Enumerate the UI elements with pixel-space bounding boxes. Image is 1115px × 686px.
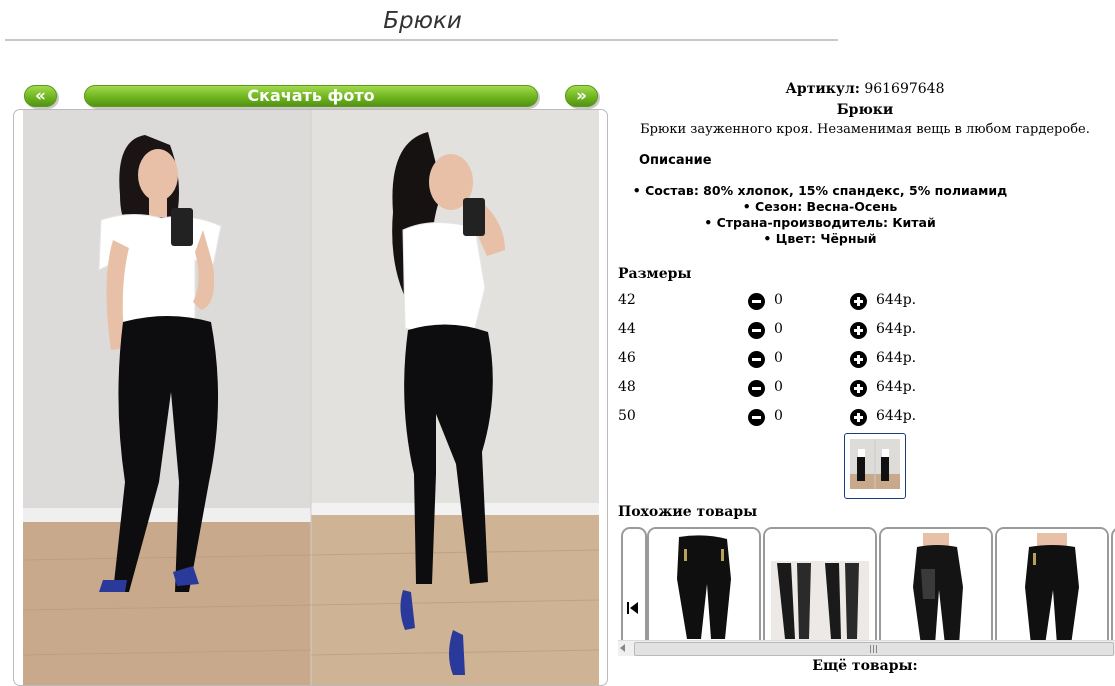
quantity-value: 0 xyxy=(774,321,783,337)
skip-first-icon xyxy=(627,602,629,614)
similar-product-card[interactable] xyxy=(763,527,877,640)
sku-value: 961697648 xyxy=(864,81,945,97)
minus-icon[interactable] xyxy=(748,409,765,426)
plus-icon[interactable] xyxy=(850,322,867,339)
prev-photo-button[interactable]: « xyxy=(24,85,57,107)
plus-icon[interactable] xyxy=(850,380,867,397)
size-label: 42 xyxy=(618,292,636,308)
similar-product-card[interactable] xyxy=(879,527,993,640)
similar-products-title: Похожие товары xyxy=(618,504,758,520)
similar-product-image xyxy=(881,529,991,640)
size-row: 46 0 644р. xyxy=(618,350,1098,370)
spec-item: • Цвет: Чёрный xyxy=(763,231,877,246)
product-photo[interactable] xyxy=(23,110,599,685)
size-label: 46 xyxy=(618,350,636,366)
quantity-value: 0 xyxy=(774,379,783,395)
similar-product-card[interactable] xyxy=(647,527,761,640)
price: 644р. xyxy=(876,350,917,366)
similar-product-image xyxy=(997,529,1107,640)
size-row: 50 0 644р. xyxy=(618,408,1098,428)
specs-list: • Состав: 80% хлопок, 15% спандекс, 5% п… xyxy=(620,183,1020,247)
sku-line: Артикул: 961697648 xyxy=(615,81,1115,97)
price: 644р. xyxy=(876,408,917,424)
spec-item: • Состав: 80% хлопок, 15% спандекс, 5% п… xyxy=(632,183,1008,198)
similar-product-image xyxy=(649,529,759,640)
more-products-title: Ещё товары: xyxy=(812,658,918,674)
product-description: Брюки зауженного кроя. Незаменимая вещь … xyxy=(640,122,1090,137)
next-photo-button[interactable]: » xyxy=(565,85,598,107)
price: 644р. xyxy=(876,321,917,337)
minus-icon[interactable] xyxy=(748,293,765,310)
arrow-left-icon xyxy=(630,602,638,614)
size-row: 48 0 644р. xyxy=(618,379,1098,399)
grip-icon xyxy=(870,645,878,653)
product-photo-frame xyxy=(13,109,608,686)
plus-icon[interactable] xyxy=(850,409,867,426)
size-label: 50 xyxy=(618,408,636,424)
carousel-scrollbar[interactable] xyxy=(618,640,1115,656)
price: 644р. xyxy=(876,379,917,395)
price: 644р. xyxy=(876,292,917,308)
minus-icon[interactable] xyxy=(748,322,765,339)
minus-icon[interactable] xyxy=(748,351,765,368)
download-photo-button[interactable]: Скачать фото xyxy=(84,85,538,107)
title-divider xyxy=(5,39,838,41)
carousel-first-button[interactable] xyxy=(621,527,647,640)
size-label: 44 xyxy=(618,321,636,337)
minus-icon[interactable] xyxy=(748,380,765,397)
plus-icon[interactable] xyxy=(850,351,867,368)
similar-product-card[interactable] xyxy=(1111,527,1115,640)
thumbnail-image xyxy=(850,439,900,489)
similar-products-carousel xyxy=(618,527,1115,640)
plus-icon[interactable] xyxy=(850,293,867,310)
quantity-value: 0 xyxy=(774,350,783,366)
page-title: Брюки xyxy=(383,8,462,34)
size-row: 44 0 644р. xyxy=(618,321,1098,341)
scroll-left-icon[interactable] xyxy=(620,644,625,652)
quantity-value: 0 xyxy=(774,408,783,424)
sizes-title: Размеры xyxy=(618,266,692,282)
specs-title: Описание xyxy=(639,153,712,168)
size-row: 42 0 644р. xyxy=(618,292,1098,312)
spec-item: • Сезон: Весна-Осень xyxy=(742,199,898,214)
quantity-value: 0 xyxy=(774,292,783,308)
sku-label: Артикул: xyxy=(785,81,860,97)
product-thumbnail[interactable] xyxy=(844,433,906,499)
size-label: 48 xyxy=(618,379,636,395)
spec-item: • Страна-производитель: Китай xyxy=(704,215,936,230)
similar-product-card[interactable] xyxy=(995,527,1109,640)
scrollbar-thumb[interactable] xyxy=(634,642,1114,656)
product-name: Брюки xyxy=(836,102,894,118)
similar-product-image xyxy=(765,529,875,640)
